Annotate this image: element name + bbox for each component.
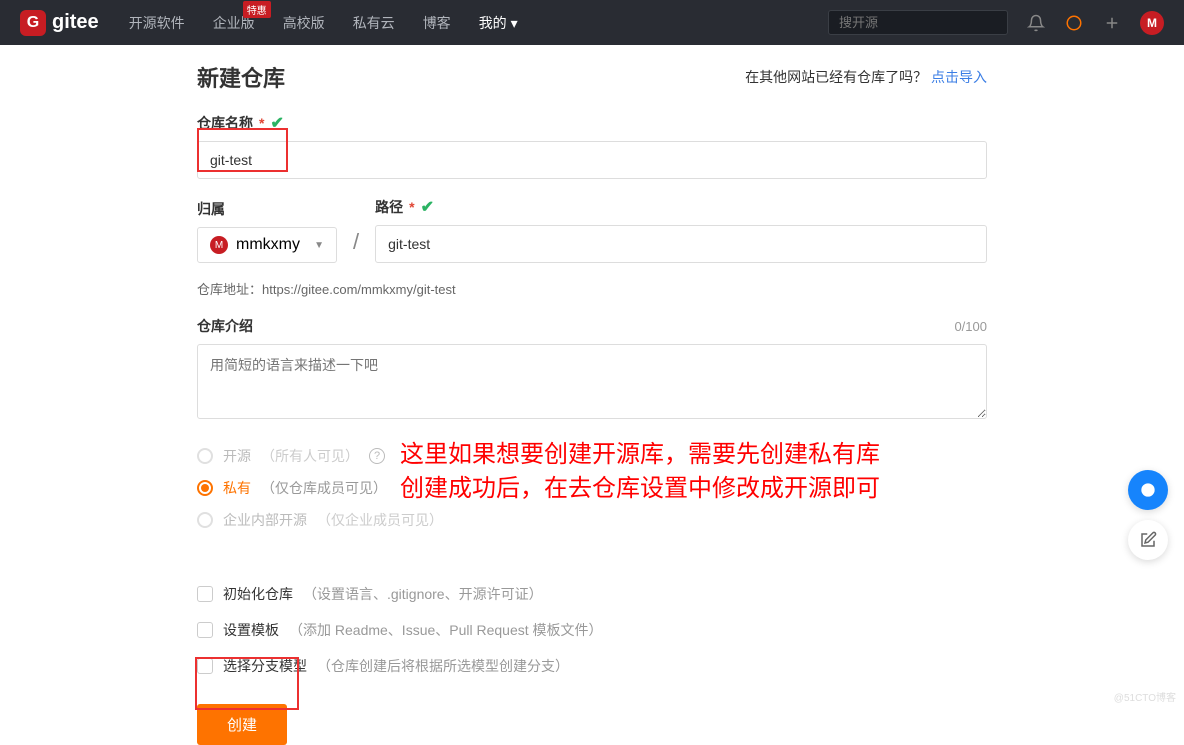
watermark: @51CTO博客	[1114, 689, 1176, 704]
logo-icon: G	[20, 10, 46, 36]
bell-icon[interactable]	[1026, 13, 1046, 33]
logo[interactable]: G gitee	[20, 10, 99, 36]
nav-blog[interactable]: 博客	[423, 13, 451, 33]
check-icon: ✔	[421, 197, 434, 217]
highlight-box-submit	[195, 657, 299, 710]
repo-url: 仓库地址：https://gitee.com/mmkxmy/git-test	[197, 279, 987, 298]
main-nav: 开源软件 企业版特惠 高校版 私有云 博客 我的 ▾	[129, 13, 518, 33]
repo-name-label: 仓库名称 * ✔	[197, 113, 987, 133]
path-label: 路径 * ✔	[375, 197, 987, 217]
chevron-down-icon: ▼	[314, 240, 324, 251]
owner-select[interactable]: M mmkxmy ▼	[197, 227, 337, 263]
radio-icon	[197, 448, 213, 464]
owner-avatar-icon: M	[210, 236, 228, 254]
annotation-text: 这里如果想要创建开源库，需要先创建私有库 创建成功后，在去仓库设置中修改成开源即…	[400, 438, 880, 505]
path-input[interactable]	[375, 225, 987, 263]
form-content: 新建仓库 在其他网站已经有仓库了吗？ 点击导入 仓库名称 * ✔ 归属 M mm…	[197, 45, 987, 745]
checkbox-template[interactable]: 设置模板 （添加 Readme、Issue、Pull Request 模板文件）	[197, 612, 987, 648]
plus-icon[interactable]	[1102, 13, 1122, 33]
nav-privatecloud[interactable]: 私有云	[353, 13, 395, 33]
nav-enterprise[interactable]: 企业版特惠	[213, 13, 255, 33]
fire-icon[interactable]	[1064, 13, 1084, 33]
intro-counter: 0/100	[954, 319, 987, 334]
nav-mine[interactable]: 我的 ▾	[479, 13, 518, 33]
repo-name-input[interactable]	[197, 141, 987, 179]
float-chat-button[interactable]	[1128, 470, 1168, 510]
import-link[interactable]: 点击导入	[931, 69, 987, 85]
radio-icon	[197, 480, 213, 496]
options-group: 初始化仓库 （设置语言、.gitignore、开源许可证） 设置模板 （添加 R…	[197, 576, 987, 684]
checkbox-branch[interactable]: 选择分支模型 （仓库创建后将根据所选模型创建分支）	[197, 648, 987, 684]
nav-opensource[interactable]: 开源软件	[129, 13, 185, 33]
intro-textarea[interactable]	[197, 344, 987, 419]
path-separator: /	[353, 229, 359, 263]
intro-label: 仓库介绍	[197, 316, 253, 336]
top-header: G gitee 开源软件 企业版特惠 高校版 私有云 博客 我的 ▾ M	[0, 0, 1184, 45]
logo-text: gitee	[52, 11, 99, 34]
header-right: M	[828, 10, 1164, 35]
user-avatar[interactable]: M	[1140, 11, 1164, 35]
checkbox-icon	[197, 586, 213, 602]
promo-badge: 特惠	[243, 1, 271, 18]
page-title: 新建仓库	[197, 61, 285, 93]
owner-label: 归属	[197, 199, 337, 219]
nav-university[interactable]: 高校版	[283, 13, 325, 33]
radio-enterprise[interactable]: 企业内部开源 （仅企业成员可见）	[197, 504, 987, 536]
create-button[interactable]: 创建	[197, 704, 287, 745]
float-buttons	[1128, 470, 1168, 560]
search-input[interactable]	[828, 10, 1008, 35]
highlight-box-name	[197, 128, 288, 172]
import-prompt: 在其他网站已经有仓库了吗？ 点击导入	[745, 67, 987, 87]
radio-icon	[197, 512, 213, 528]
checkbox-init[interactable]: 初始化仓库 （设置语言、.gitignore、开源许可证）	[197, 576, 987, 612]
help-icon[interactable]: ?	[369, 448, 385, 464]
float-edit-button[interactable]	[1128, 520, 1168, 560]
owner-name: mmkxmy	[236, 236, 300, 254]
checkbox-icon	[197, 622, 213, 638]
